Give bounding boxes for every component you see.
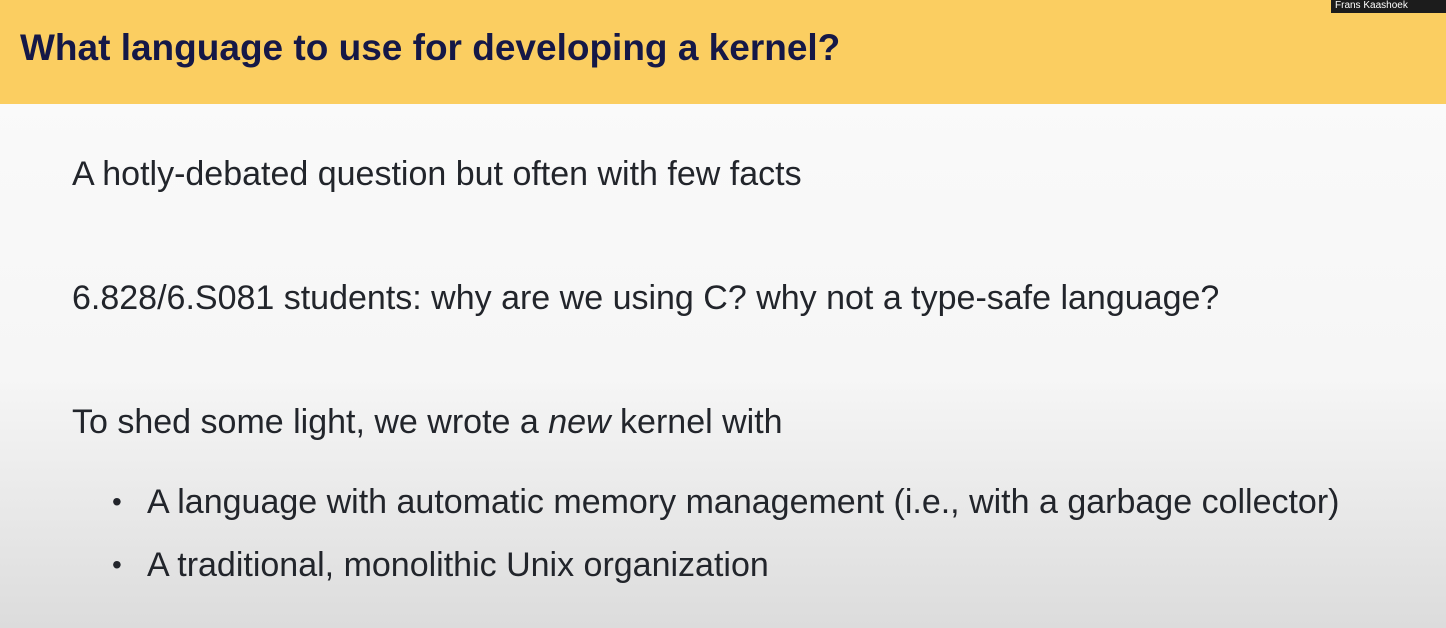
emphasis-new: new <box>548 403 611 441</box>
bullet-text: A traditional, monolithic Unix organizat… <box>147 546 769 584</box>
paragraph-hotly-debated: A hotly-debated question but often with … <box>72 155 802 193</box>
bullet-icon: • <box>112 549 122 580</box>
slide-header: What language to use for developing a ke… <box>0 0 1446 104</box>
paragraph-students-question: 6.828/6.S081 students: why are we using … <box>72 279 1220 317</box>
paragraph-new-kernel-end: kernel with <box>610 403 783 441</box>
paragraph-new-kernel-start: To shed some light, we wrote a <box>72 403 549 441</box>
bullet-icon: • <box>112 486 122 517</box>
bullet-text: A language with automatic memory managem… <box>147 483 1340 521</box>
slide-title: What language to use for developing a ke… <box>20 27 841 68</box>
speaker-name-tag: Frans Kaashoek <box>1331 0 1446 13</box>
paragraph-new-kernel: To shed some light, we wrote a new kerne… <box>72 402 783 442</box>
